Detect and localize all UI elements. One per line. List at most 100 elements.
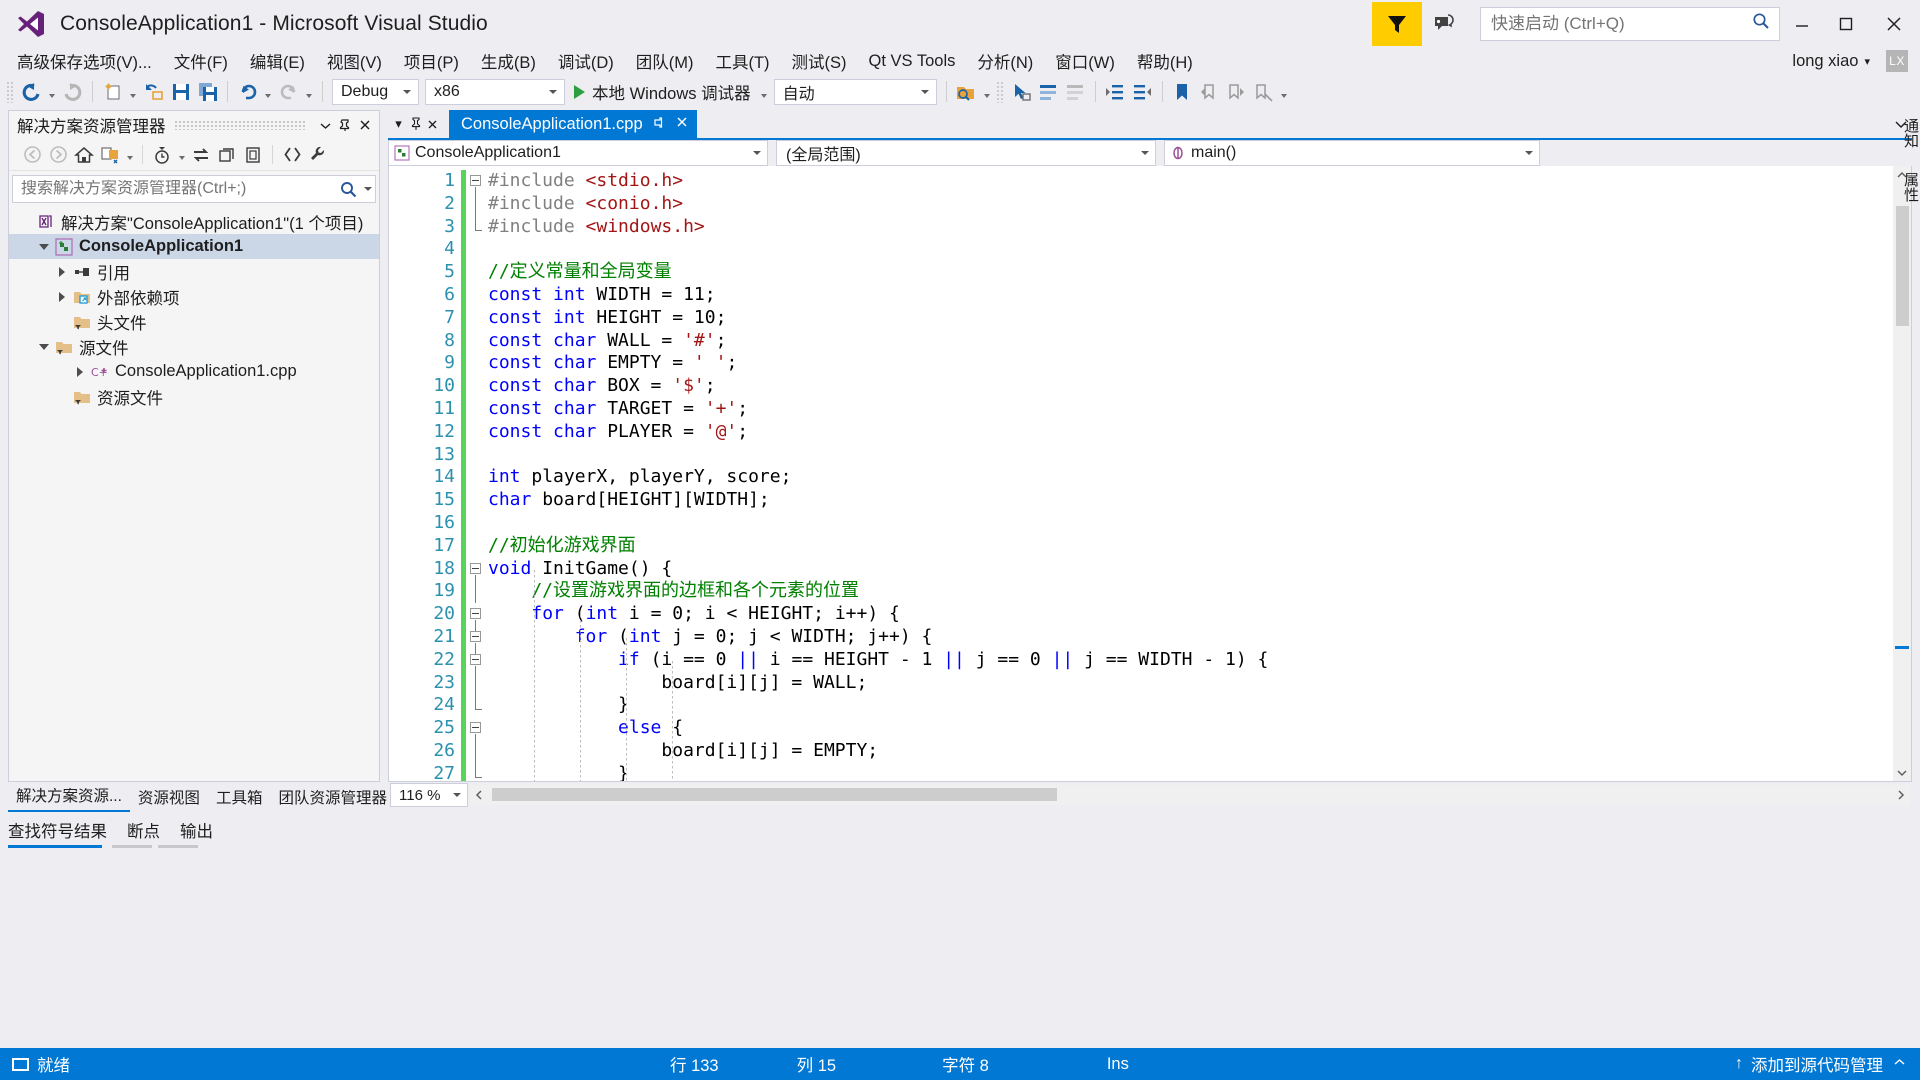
tab-resource-view[interactable]: 资源视图 [130, 782, 208, 812]
back-icon[interactable] [19, 142, 45, 168]
redo-icon[interactable] [275, 78, 302, 105]
uncomment-icon[interactable] [1062, 78, 1089, 105]
start-debugging-dropdown[interactable] [757, 78, 771, 105]
code-line[interactable]: const char EMPTY = ' '; [488, 352, 1911, 375]
clear-bookmarks-icon[interactable] [1250, 78, 1277, 105]
code-line[interactable]: const int WIDTH = 11; [488, 284, 1911, 307]
menu-item-edit[interactable]: 编辑(E) [239, 46, 316, 76]
code-line[interactable]: //初始化游戏界面 [488, 535, 1911, 558]
pin-icon[interactable] [653, 116, 666, 132]
expander-closed-icon[interactable] [71, 367, 89, 377]
maximize-button[interactable] [1824, 0, 1868, 47]
close-icon[interactable] [424, 111, 441, 137]
code-line[interactable]: for (int i = 0; i < HEIGHT; i++) { [488, 603, 1911, 626]
scrollbar-thumb[interactable] [492, 788, 1057, 801]
fold-collapse-icon[interactable] [470, 563, 481, 574]
tree-node-cpp-file[interactable]: C+ ConsoleApplication1.cpp [9, 359, 379, 384]
prev-bookmark-icon[interactable] [1196, 78, 1223, 105]
close-icon[interactable] [355, 113, 375, 137]
attach-process-icon[interactable] [953, 78, 980, 105]
outdent-icon[interactable] [1129, 78, 1156, 105]
solution-explorer-search[interactable] [12, 175, 376, 203]
home-icon[interactable] [71, 142, 97, 168]
code-line[interactable]: #include <conio.h> [488, 193, 1911, 216]
tab-breakpoints[interactable]: 断点 [127, 818, 160, 842]
debug-target-combo[interactable]: 自动 [774, 79, 937, 105]
fold-collapse-icon[interactable] [470, 722, 481, 733]
document-tab-consoleapplication1-cpp[interactable]: ConsoleApplication1.cpp [449, 110, 697, 138]
navigate-forward-icon[interactable] [59, 78, 86, 105]
status-source-control[interactable]: ↑ 添加到源代码管理 [1735, 1052, 1920, 1076]
send-feedback-icon[interactable] [1422, 2, 1466, 46]
code-line[interactable]: #include <windows.h> [488, 216, 1911, 239]
tab-team-explorer[interactable]: 团队资源管理器 [270, 782, 395, 812]
save-icon[interactable] [167, 78, 194, 105]
menu-item-build[interactable]: 生成(B) [470, 46, 547, 76]
code-line[interactable]: const char PLAYER = '@'; [488, 421, 1911, 444]
code-line[interactable] [488, 238, 1911, 261]
editor-horizontal-scrollbar[interactable] [470, 785, 1910, 805]
bookmark-icon[interactable] [1169, 78, 1196, 105]
open-file-icon[interactable] [140, 78, 167, 105]
tab-find-symbol-results[interactable]: 查找符号结果 [8, 818, 107, 842]
nav-member-combo[interactable]: main() [1164, 140, 1540, 166]
code-line[interactable]: board[i][j] = EMPTY; [488, 740, 1911, 763]
refresh-icon[interactable] [214, 142, 240, 168]
right-tab-properties[interactable]: 属性 [1896, 164, 1920, 210]
toolbar-overflow[interactable] [1277, 78, 1291, 105]
editor-zoom-combo[interactable]: 116 % [390, 783, 468, 807]
properties-icon[interactable] [305, 142, 331, 168]
code-line[interactable]: const char BOX = '$'; [488, 375, 1911, 398]
tree-node-external-dependencies[interactable]: 外部依赖项 [9, 284, 379, 309]
expander-closed-icon[interactable] [53, 267, 71, 277]
tree-node-references[interactable]: 引用 [9, 259, 379, 284]
panel-drag-dots[interactable] [174, 121, 308, 130]
search-input[interactable] [13, 180, 335, 198]
code-line[interactable]: } [488, 763, 1911, 781]
avatar[interactable]: LX [1886, 50, 1908, 72]
save-all-icon[interactable] [194, 78, 221, 105]
code-line[interactable]: for (int j = 0; j < WIDTH; j++) { [488, 626, 1911, 649]
code-line[interactable]: int playerX, playerY, score; [488, 466, 1911, 489]
indent-icon[interactable] [1102, 78, 1129, 105]
expander-open-icon[interactable] [35, 344, 53, 350]
toolbar-grip[interactable] [996, 81, 1005, 103]
outlining-fold-column[interactable] [466, 166, 488, 781]
undo-icon[interactable] [234, 78, 261, 105]
navigate-back-dropdown[interactable] [45, 78, 59, 105]
tab-output[interactable]: 输出 [180, 818, 213, 842]
menu-item-qt-vs-tools[interactable]: Qt VS Tools [858, 49, 967, 74]
fold-collapse-icon[interactable] [470, 654, 481, 665]
pending-changes-dropdown[interactable] [175, 142, 188, 168]
start-debugging-button[interactable]: 本地 Windows 调试器 [568, 78, 757, 105]
code-line[interactable]: const int HEIGHT = 10; [488, 307, 1911, 330]
code-line[interactable]: } [488, 694, 1911, 717]
quick-launch-box[interactable] [1480, 7, 1780, 41]
tree-node-source-files[interactable]: 源文件 [9, 334, 379, 359]
menu-item-project[interactable]: 项目(P) [393, 46, 470, 76]
next-bookmark-icon[interactable] [1223, 78, 1250, 105]
switch-views-dropdown[interactable] [123, 142, 136, 168]
solution-platform-combo[interactable]: x86 [425, 79, 565, 105]
fold-collapse-icon[interactable] [470, 631, 481, 642]
code-line[interactable]: const char TARGET = '+'; [488, 398, 1911, 421]
sync-with-active-document-icon[interactable] [188, 142, 214, 168]
tree-node-project[interactable]: ConsoleApplication1 [9, 234, 379, 259]
code-editor-surface[interactable]: 1234567891011121314151617181920212223242… [388, 166, 1912, 782]
code-line[interactable]: const char WALL = '#'; [488, 330, 1911, 353]
nav-scope-combo[interactable]: (全局范围) [776, 140, 1156, 166]
menu-item-advanced-save[interactable]: 高级保存选项(V)... [6, 46, 163, 76]
chevron-up-icon[interactable] [1893, 1055, 1906, 1074]
switch-views-icon[interactable] [97, 142, 123, 168]
menu-item-file[interactable]: 文件(F) [163, 46, 239, 76]
tree-node-solution[interactable]: 解决方案"ConsoleApplication1"(1 个项目) [9, 209, 379, 234]
nav-project-combo[interactable]: ConsoleApplication1 [388, 140, 768, 166]
chevron-down-icon[interactable]: ▾ [390, 111, 407, 137]
fold-collapse-icon[interactable] [470, 608, 481, 619]
search-icon[interactable] [335, 180, 361, 199]
menu-item-window[interactable]: 窗口(W) [1044, 46, 1126, 76]
menu-item-tools[interactable]: 工具(T) [704, 46, 780, 76]
minimize-button[interactable] [1780, 0, 1824, 47]
pointer-select-icon[interactable] [1008, 78, 1035, 105]
expander-open-icon[interactable] [35, 244, 53, 250]
